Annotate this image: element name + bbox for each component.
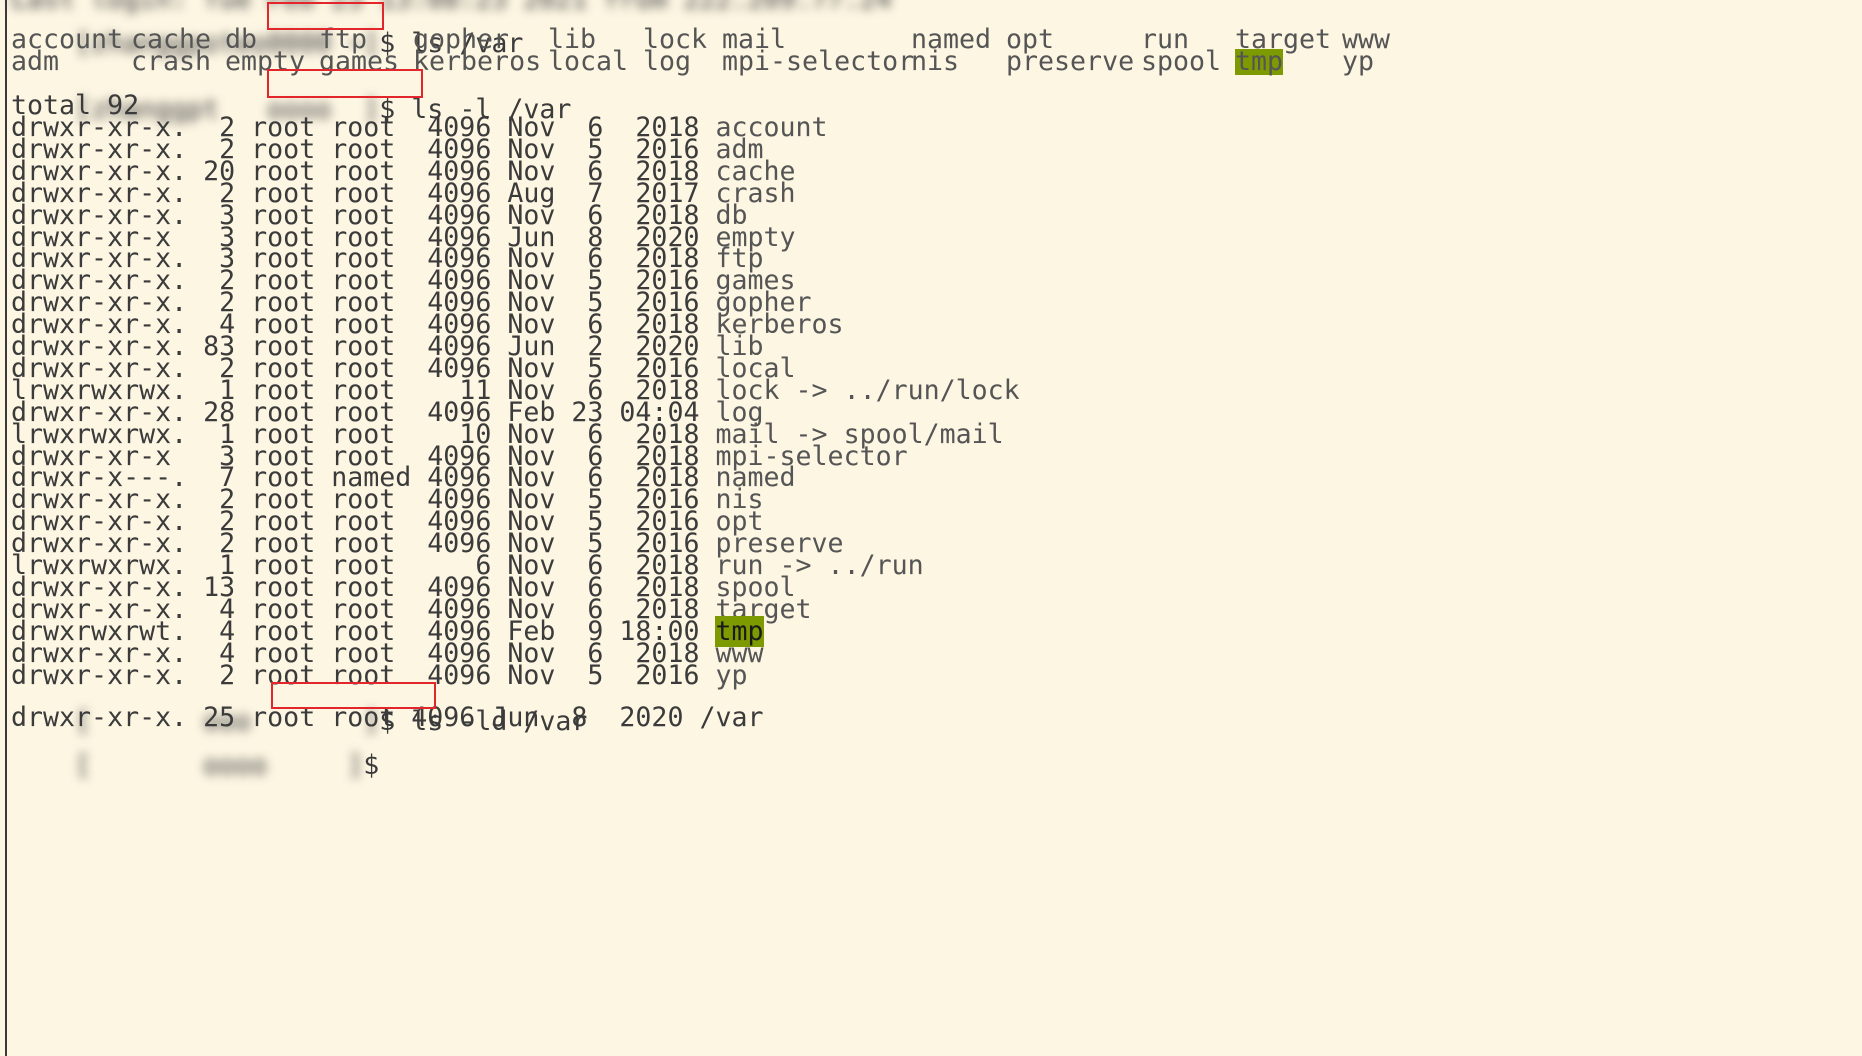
ls-entry: mpi-selector (722, 46, 915, 77)
prompt-line-4[interactable]: [ oooo ]$ (11, 727, 379, 779)
ls-entry: yp (1342, 46, 1375, 77)
prompt-symbol-4: $ (363, 750, 380, 781)
ls-entry: preserve (1006, 46, 1135, 77)
terminal-window[interactable]: Last login: Tue Feb 23 13:08:23 2021 fro… (0, 0, 1862, 1056)
prompt-host-4: [ oooo ] (75, 750, 364, 781)
ls-entry: nis (911, 46, 960, 77)
ls-entry: log (643, 46, 692, 77)
window-left-border (5, 0, 7, 1056)
ls-entry: tmp (1235, 46, 1284, 77)
ls-entry: spool (1141, 46, 1222, 77)
listing-filename: yp (715, 659, 748, 691)
